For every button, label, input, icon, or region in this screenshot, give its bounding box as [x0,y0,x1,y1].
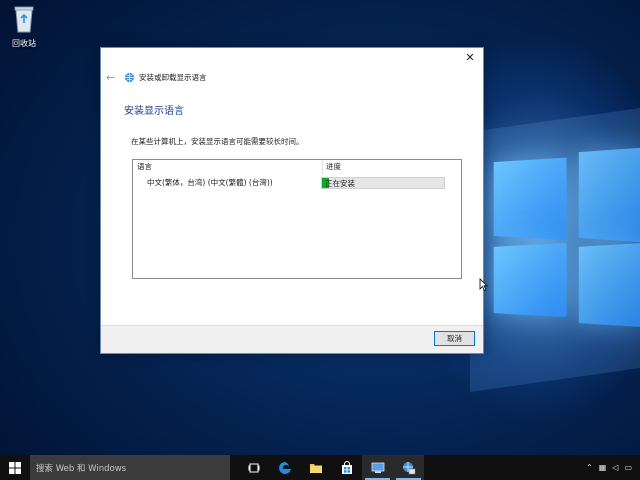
taskbar: 搜索 Web 和 Windows ⌃ ▦ ◁ ▭ [0,455,640,480]
task-view-button[interactable] [238,455,269,480]
store-bag-icon [341,460,352,474]
recycle-bin-icon [14,6,34,33]
windows-logo-pane-bottom [493,242,567,318]
tray-up-arrow-icon[interactable]: ⌃ [586,463,593,472]
taskbar-edge[interactable] [269,455,300,480]
folder-icon [309,463,322,473]
recycle-bin[interactable]: 回收站 [6,4,42,49]
language-settings-icon [402,461,415,474]
install-language-dialog: ✕ ← 安装或卸载显示语言 安装显示语言 在某些计算机上，安装显示语言可能需要较… [100,47,488,354]
taskbar-store[interactable] [331,455,362,480]
language-list: 语言 进度 中文(繁体，台湾) (中文(繁體) (台灣)) 正在安装 [132,159,462,279]
progress-status: 正在安装 [325,178,355,188]
install-note: 在某些计算机上，安装显示语言可能需要较长时间。 [131,137,304,146]
start-button[interactable] [0,455,30,480]
back-arrow-icon[interactable]: ← [106,71,118,84]
taskbar-search-box[interactable]: 搜索 Web 和 Windows [30,455,230,480]
page-title: 安装显示语言 [124,106,184,117]
network-icon[interactable]: ▦ [599,463,607,472]
taskbar-control-panel[interactable] [362,455,393,480]
search-placeholder: 搜索 Web 和 Windows [36,463,127,474]
column-header-progress[interactable]: 进度 [323,160,341,174]
table-row[interactable]: 中文(繁体，台湾) (中文(繁體) (台灣)) 正在安装 [133,176,461,189]
row-language: 中文(繁体，台湾) (中文(繁體) (台灣)) [147,178,273,187]
volume-icon[interactable]: ◁ [612,463,618,472]
language-globe-icon [124,72,135,82]
windows-logo-pane-top [493,157,567,241]
task-view-icon [248,463,259,472]
control-panel-icon [371,462,384,473]
windows-start-icon [9,461,21,474]
list-header: 语言 进度 [133,160,461,174]
taskbar-file-explorer[interactable] [300,455,331,480]
taskbar-language-settings[interactable] [393,455,424,480]
column-header-language[interactable]: 语言 [133,160,323,174]
mouse-cursor-icon [479,278,488,291]
close-button[interactable]: ✕ [463,51,477,65]
notification-icon[interactable]: ▭ [624,463,632,472]
close-icon: ✕ [465,51,475,64]
edge-browser-icon [278,461,291,474]
nav-bar: ← 安装或卸载显示语言 [106,70,207,84]
system-tray: ⌃ ▦ ◁ ▭ [580,463,640,472]
cancel-button[interactable]: 取消 [434,331,475,346]
dialog-footer: 取消 [101,325,483,353]
install-progress-bar: 正在安装 [321,176,445,189]
nav-title: 安装或卸载显示语言 [139,72,207,82]
recycle-bin-label: 回收站 [12,39,36,48]
